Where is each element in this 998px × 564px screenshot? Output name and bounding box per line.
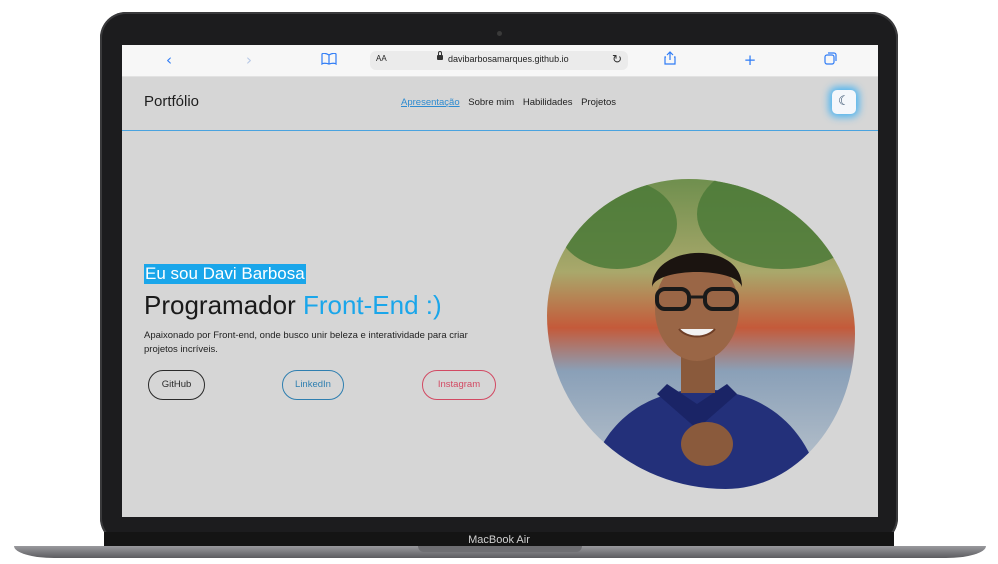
bookmarks-icon[interactable] bbox=[318, 50, 340, 70]
hero-title-prefix: Programador bbox=[144, 290, 296, 320]
nav-apresentacao[interactable]: Apresentação bbox=[401, 97, 460, 108]
github-button[interactable]: GitHub bbox=[148, 370, 205, 400]
site-logo[interactable]: Portfólio bbox=[144, 93, 199, 110]
main-nav: Apresentação Sobre mim Habilidades Proje… bbox=[401, 97, 622, 108]
theme-toggle-button[interactable]: ☾ bbox=[832, 90, 856, 114]
nav-habilidades[interactable]: Habilidades bbox=[523, 97, 573, 108]
reload-icon[interactable]: ↻ bbox=[612, 52, 622, 66]
linkedin-button[interactable]: LinkedIn bbox=[282, 370, 344, 400]
screen: ‹ › AA davibarbosamarques.github.io ↻ + … bbox=[122, 45, 878, 517]
back-icon[interactable]: ‹ bbox=[158, 50, 180, 70]
moon-icon: ☾ bbox=[838, 94, 850, 109]
laptop-notch bbox=[418, 546, 582, 552]
profile-photo bbox=[547, 179, 855, 489]
browser-toolbar: ‹ › AA davibarbosamarques.github.io ↻ + bbox=[122, 45, 878, 77]
address-bar[interactable]: AA davibarbosamarques.github.io ↻ bbox=[370, 51, 628, 70]
reader-button[interactable]: AA bbox=[376, 54, 387, 63]
hero-title: Programador Front-End :) bbox=[144, 290, 442, 321]
share-icon[interactable] bbox=[659, 50, 681, 70]
instagram-button[interactable]: Instagram bbox=[422, 370, 496, 400]
new-tab-icon[interactable]: + bbox=[739, 50, 761, 70]
site-header: Portfólio Apresentação Sobre mim Habilid… bbox=[122, 76, 878, 131]
hero-title-highlight: Front-End :) bbox=[302, 290, 442, 320]
url-text: davibarbosamarques.github.io bbox=[448, 54, 569, 64]
hero-bio: Apaixonado por Front-end, onde busco uni… bbox=[144, 330, 468, 355]
hero-greeting: Eu sou Davi Barbosa bbox=[144, 264, 306, 284]
forward-icon[interactable]: › bbox=[238, 50, 260, 70]
nav-sobre-mim[interactable]: Sobre mim bbox=[468, 97, 514, 108]
nav-projetos[interactable]: Projetos bbox=[581, 97, 616, 108]
tabs-icon[interactable] bbox=[819, 50, 841, 70]
camera-icon bbox=[497, 31, 502, 36]
lock-icon bbox=[437, 51, 443, 60]
device-label: MacBook Air bbox=[468, 534, 530, 546]
